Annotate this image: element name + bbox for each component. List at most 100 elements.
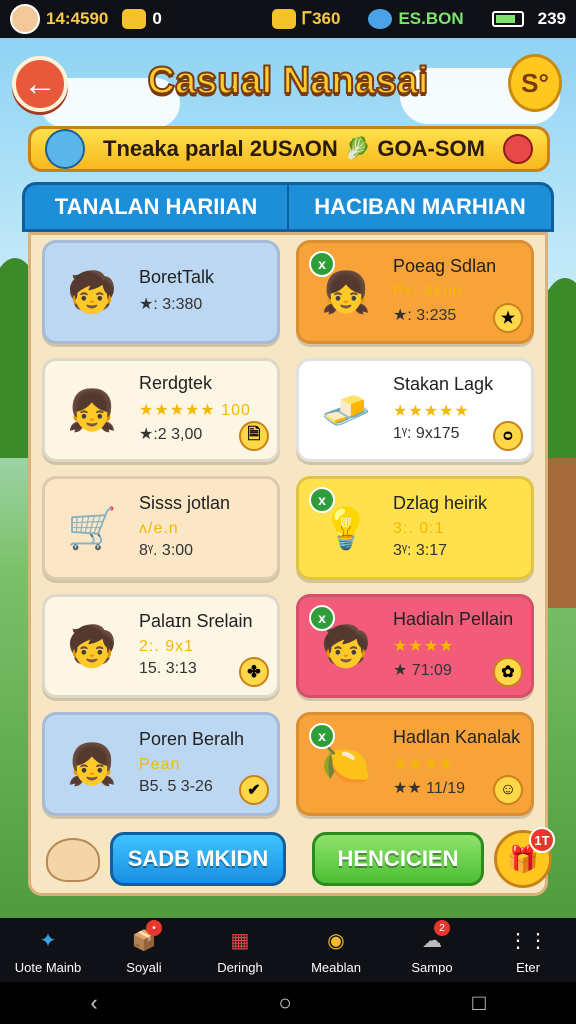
coin-bag-icon bbox=[122, 9, 147, 29]
nav-item[interactable]: ☁ Sampo 2 bbox=[384, 918, 480, 982]
nav-glyph: ✦ bbox=[39, 930, 57, 952]
quest-card[interactable]: 💡 Dzlag heirik 3:. 0:1 3ᵞ: 3:17 x bbox=[296, 476, 534, 580]
currency-1-value: 0 bbox=[152, 9, 162, 28]
currency-1[interactable]: 0 bbox=[122, 9, 162, 29]
save-mission-button[interactable]: SADB MKIDN bbox=[110, 832, 286, 886]
nav-label: Eter bbox=[516, 959, 540, 975]
currency-2[interactable]: Ꮁ360 bbox=[272, 9, 340, 29]
nav-label: Soyali bbox=[126, 959, 162, 975]
complete-badge-icon: x bbox=[309, 251, 335, 277]
gift-button[interactable]: 🎁 1T bbox=[494, 827, 555, 888]
globe-icon bbox=[368, 9, 393, 29]
reward-icon[interactable]: ✿ bbox=[493, 657, 523, 687]
battery-icon bbox=[491, 11, 524, 27]
quest-art-icon: 👧 bbox=[53, 371, 131, 449]
quest-art-icon: 👧 bbox=[53, 725, 131, 803]
quest-line-1: ᴧ/e.n bbox=[139, 519, 179, 537]
nav-label: Uote Mainb bbox=[14, 959, 82, 975]
nav-item[interactable]: 📦 Soyali • bbox=[96, 918, 192, 982]
complete-badge-icon: x bbox=[309, 723, 335, 749]
currency-3[interactable]: ES.BON bbox=[368, 9, 464, 29]
quest-line-2: ★: 3:380 bbox=[139, 295, 203, 313]
level-text: 14:4590 bbox=[46, 9, 109, 28]
character-icon bbox=[45, 129, 85, 169]
avatar[interactable] bbox=[10, 4, 40, 34]
gem-icon bbox=[503, 134, 533, 164]
reward-icon[interactable]: ✤ bbox=[239, 657, 269, 687]
nav-icon: ◉ bbox=[320, 926, 352, 956]
nav-label: Deringh bbox=[217, 959, 263, 975]
nav-glyph: ◉ bbox=[327, 930, 345, 952]
tab-missions[interactable]: HACIBAN MARHIAN bbox=[289, 185, 551, 229]
nav-icon: ✦ bbox=[32, 926, 64, 956]
reward-icon[interactable]: ✔ bbox=[239, 775, 269, 805]
quest-info: Dzlag heirik 3:. 0:1 3ᵞ: 3:17 bbox=[385, 493, 523, 564]
quest-title: Poren Beralh bbox=[139, 728, 245, 749]
coin-shop-button[interactable]: S° bbox=[508, 54, 562, 112]
nav-item[interactable]: ◉ Meablan bbox=[288, 918, 384, 982]
quest-card[interactable]: 👧 Rerdgtek ★★★★★ 100 ★:2 3,00 🗎 bbox=[42, 358, 280, 462]
reward-icon[interactable]: ☺ bbox=[493, 775, 523, 805]
quest-art-glyph: 🍋 bbox=[321, 742, 371, 787]
quest-card[interactable]: 🧒 Hadialn Pellain ★★★★ ★ 71:09 x ✿ bbox=[296, 594, 534, 698]
complete-badge-icon: x bbox=[309, 487, 335, 513]
quest-title: Poeag Sdlan bbox=[393, 255, 497, 276]
quest-card[interactable]: 🍋 Hadlan Kanalak ★★★★ ★★ 11/19 x ☺ bbox=[296, 712, 534, 816]
status-bar: 14:4590 0 Ꮁ360 ES.BON 239 bbox=[0, 0, 576, 38]
quest-art-icon: 🛒 bbox=[53, 489, 131, 567]
currency-2-value: Ꮁ360 bbox=[302, 9, 341, 28]
system-back-button[interactable]: ‹ bbox=[90, 990, 97, 1016]
reward-icon[interactable]: 🗎 bbox=[239, 421, 269, 451]
quest-art-glyph: 👧 bbox=[321, 270, 371, 315]
quest-title: Sisss jotlan bbox=[139, 492, 231, 513]
reward-icon[interactable]: ★ bbox=[493, 303, 523, 333]
quest-card[interactable]: 🧒 Palaɪn Srelain 2:. 9x1 15. 3:13 ✤ bbox=[42, 594, 280, 698]
currency-3-value: ES.BON bbox=[398, 9, 464, 28]
quest-art-glyph: 🧒 bbox=[321, 624, 371, 669]
banner-text: Tneaka parlal 2USᴧON 🥬 GOA-SOM bbox=[103, 136, 485, 161]
quest-line-2: 3ᵞ: 3:17 bbox=[393, 541, 448, 559]
quest-art-glyph: 🧒 bbox=[67, 270, 117, 315]
tab-bar: TANALAN HARIIAN HACIBAN MARHIAN bbox=[22, 182, 554, 232]
quest-line-1: 2:. 9x1 bbox=[139, 637, 195, 655]
quest-line-1: Pean bbox=[139, 755, 181, 773]
gift-count-badge: 1T bbox=[529, 827, 555, 853]
bottom-nav: ✦ Uote Mainb 📦 Soyali • ▦ Deringh ◉ Meabl… bbox=[0, 918, 576, 982]
claim-button[interactable]: HENCICIEN bbox=[312, 832, 484, 886]
system-home-button[interactable]: ○ bbox=[278, 990, 291, 1016]
tab-daily[interactable]: TANALAN HARIIAN bbox=[25, 185, 289, 229]
reward-icon[interactable]: ᴑ bbox=[493, 421, 523, 451]
quest-title: Dzlag heirik bbox=[393, 492, 488, 513]
quest-title: Stakan Lagk bbox=[393, 373, 494, 394]
system-nav-bar: ‹ ○ □ bbox=[0, 982, 576, 1024]
quest-line-1: Ꮲx: 4kıin bbox=[393, 282, 463, 300]
quest-title: BoretTalk bbox=[139, 266, 215, 287]
player-level[interactable]: 14:4590 bbox=[10, 4, 108, 34]
nav-icon: ▦ bbox=[224, 926, 256, 956]
quest-card[interactable]: 🧈 Stakan Lagk ★★★★★ 1ᵞ: 9x175 ᴑ bbox=[296, 358, 534, 462]
quest-info: BoretTalk ★: 3:380 bbox=[131, 267, 269, 318]
quest-line-1: ★★★★ bbox=[393, 755, 455, 773]
system-recent-button[interactable]: □ bbox=[472, 990, 485, 1016]
quest-card[interactable]: 🛒 Sisss jotlan ᴧ/e.n 8ᵞ. 3:00 bbox=[42, 476, 280, 580]
quest-art-glyph: 🧈 bbox=[321, 388, 371, 433]
nav-icon: ⋮⋮ bbox=[508, 926, 548, 956]
pet-icon[interactable] bbox=[46, 838, 100, 882]
clock: 239 bbox=[537, 9, 566, 28]
quest-line-1: ★★★★★ 100 bbox=[139, 401, 251, 419]
quest-line-1: ★★★★★ bbox=[393, 402, 470, 420]
quest-card[interactable]: 👧 Poeag Sdlan Ꮲx: 4kıin ★: 3:235 x ★ bbox=[296, 240, 534, 344]
quest-art-glyph: 🧒 bbox=[67, 624, 117, 669]
nav-label: Sampo bbox=[411, 959, 453, 975]
quest-title: Rerdgtek bbox=[139, 372, 213, 393]
complete-badge-icon: x bbox=[309, 605, 335, 631]
notification-badge: • bbox=[146, 920, 162, 936]
nav-item[interactable]: ⋮⋮ Eter bbox=[480, 918, 576, 982]
nav-item[interactable]: ▦ Deringh bbox=[192, 918, 288, 982]
event-banner[interactable]: Tneaka parlal 2USᴧON 🥬 GOA-SOM bbox=[28, 126, 550, 172]
quest-art-glyph: 👧 bbox=[67, 388, 117, 433]
quest-info: Sisss jotlan ᴧ/e.n 8ᵞ. 3:00 bbox=[131, 493, 269, 564]
nav-item[interactable]: ✦ Uote Mainb bbox=[0, 918, 96, 982]
quest-card[interactable]: 🧒 BoretTalk ★: 3:380 bbox=[42, 240, 280, 344]
quest-card[interactable]: 👧 Poren Beralh Pean B5. 5 3-26 ✔ bbox=[42, 712, 280, 816]
